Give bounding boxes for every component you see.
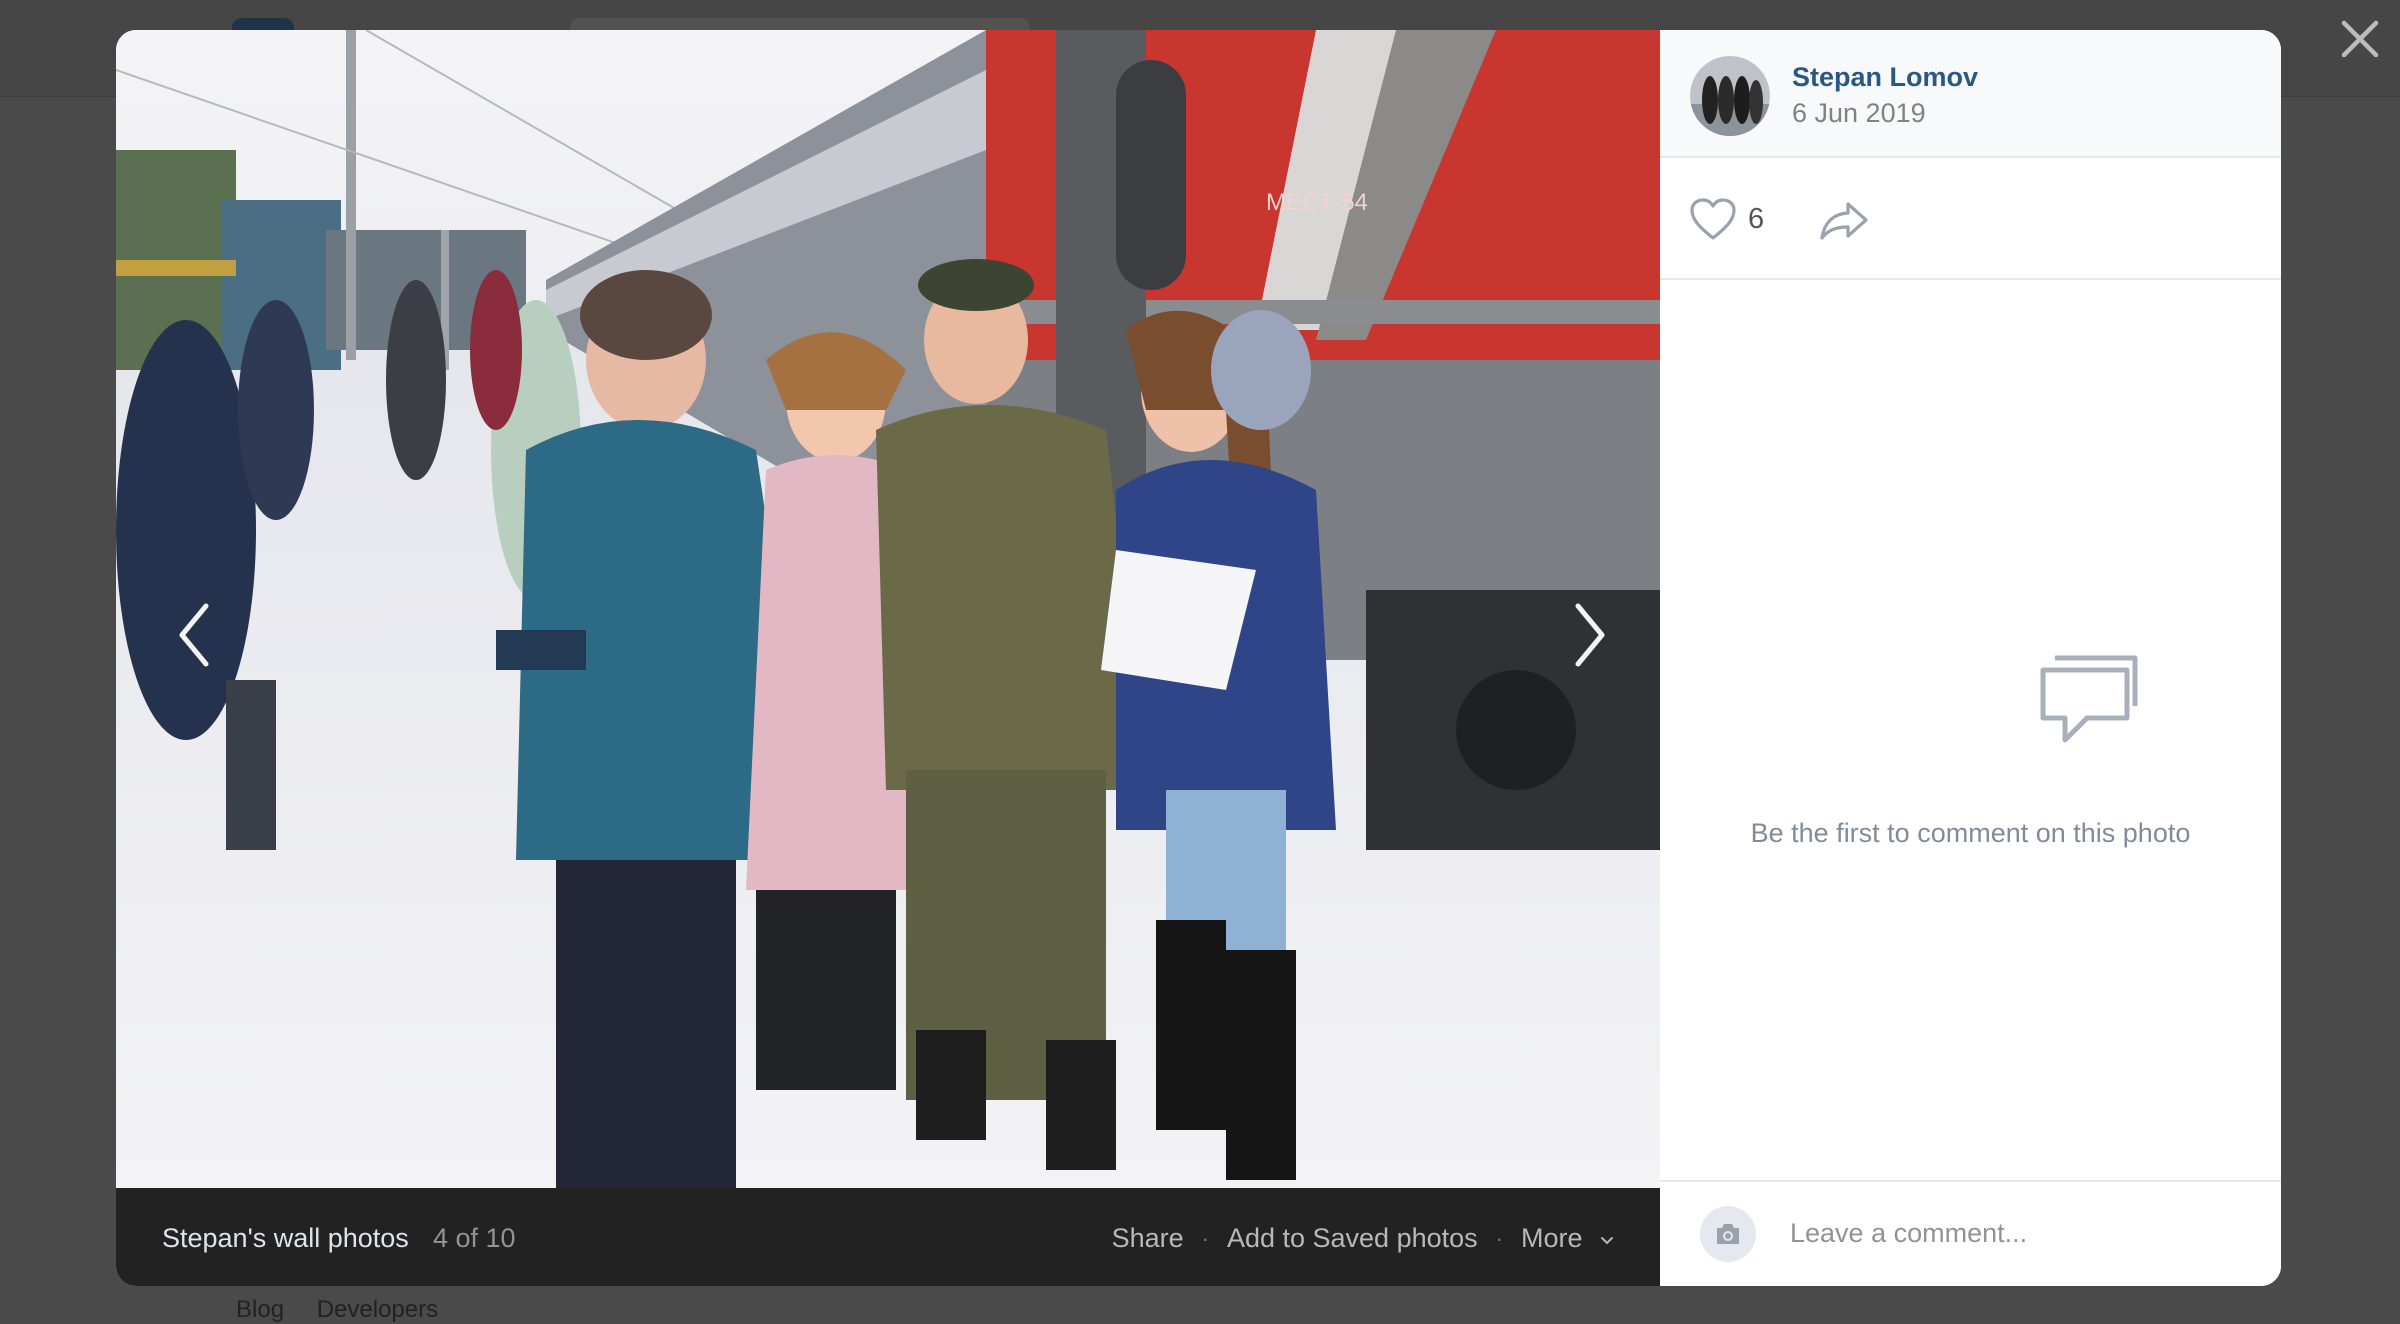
train-sign-text: МЕСТ-54 — [1266, 189, 1368, 216]
share-icon[interactable] — [1818, 198, 1870, 242]
more-menu-button[interactable]: More — [1521, 1223, 1616, 1254]
empty-comments-text: Be the first to comment on this photo — [1750, 818, 2191, 848]
photo-date: 6 Jun 2019 — [1792, 98, 1926, 128]
more-label: More — [1520, 1223, 1583, 1253]
album-title-link[interactable]: Stepan's wall photos — [162, 1223, 409, 1254]
like-count: 6 — [1748, 202, 1765, 235]
heart-icon — [1690, 198, 1736, 240]
camera-icon — [1717, 1224, 1739, 1244]
share-link[interactable]: Share — [1112, 1223, 1184, 1254]
photo-counter: 4 of 10 — [433, 1223, 516, 1253]
photo[interactable]: МЕСТ-54 — [116, 30, 1660, 1188]
comment-composer — [1660, 1180, 2281, 1286]
add-to-saved-link[interactable]: Add to Saved photos — [1227, 1223, 1478, 1254]
attach-photo-button[interactable] — [1700, 1206, 1756, 1262]
photo-info-bar: Stepan's wall photos 4 of 10 Share · Add… — [116, 1188, 1660, 1286]
chevron-down-icon — [1601, 1236, 1613, 1245]
close-icon — [2341, 20, 2379, 58]
side-panel: Stepan Lomov 6 Jun 2019 6 Be the first t… — [1660, 30, 2281, 1286]
photo-actions: Share · Add to Saved photos · More — [1112, 1223, 1616, 1254]
footer-link-blog[interactable]: Blog — [236, 1296, 284, 1323]
next-photo-button[interactable] — [1554, 570, 1624, 700]
close-button[interactable] — [2335, 14, 2385, 64]
comments-icon — [2040, 655, 2138, 743]
avatar[interactable] — [1690, 56, 1770, 136]
arrow-right-icon — [1575, 603, 1605, 667]
background-footer: Blog Developers — [236, 1296, 464, 1324]
author-name-link[interactable]: Stepan Lomov — [1792, 62, 1978, 93]
photo-viewer: МЕСТ-54 Stepan's wall photos 4 of 10 Sha… — [116, 30, 2281, 1286]
like-button[interactable]: 6 — [1688, 196, 1764, 242]
arrow-left-icon — [179, 603, 209, 667]
separator-dot: · — [1201, 1225, 1209, 1251]
footer-link-developers[interactable]: Developers — [317, 1296, 438, 1323]
previous-photo-button[interactable] — [160, 570, 230, 700]
reactions-bar: 6 — [1660, 158, 2281, 280]
comment-input[interactable] — [1788, 1202, 2262, 1264]
separator-dot: · — [1495, 1225, 1503, 1251]
photo-area[interactable]: МЕСТ-54 — [116, 30, 1660, 1188]
author-header: Stepan Lomov 6 Jun 2019 — [1660, 30, 2281, 158]
